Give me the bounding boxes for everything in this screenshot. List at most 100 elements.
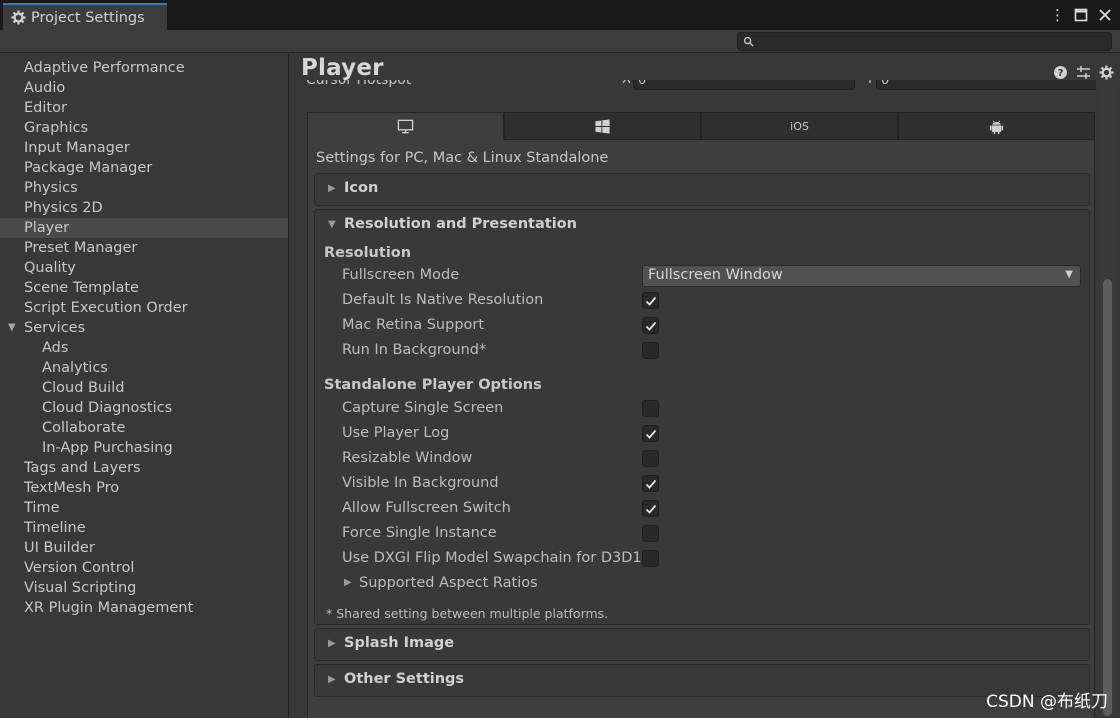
sidebar-item-label: Cloud Build [42,380,125,396]
more-options-icon[interactable]: ⋮ [1050,8,1065,23]
section-other-header[interactable]: ▶ Other Settings [315,665,1089,697]
svg-text:?: ? [1058,68,1064,79]
sidebar-item[interactable]: Quality [0,258,288,278]
setting-checkbox[interactable] [642,525,659,542]
sidebar-item[interactable]: Version Control [0,558,288,578]
sidebar-item[interactable]: Player [0,218,288,238]
sidebar-item[interactable]: Cloud Build [0,378,288,398]
project-settings-tab[interactable]: Project Settings [3,3,167,30]
tab-title: Project Settings [31,9,145,26]
close-icon[interactable] [1098,8,1112,22]
sidebar-item-label: TextMesh Pro [24,480,120,496]
platform-settings-panel: Settings for PC, Mac & Linux Standalone … [307,140,1095,718]
checkmark-icon [645,479,657,489]
sidebar-item[interactable]: Time [0,498,288,518]
sidebar-item[interactable]: Graphics [0,118,288,138]
preset-sliders-icon[interactable] [1076,65,1091,80]
setting-checkbox[interactable] [642,342,659,359]
sidebar-item[interactable]: Physics [0,178,288,198]
vertical-scrollbar[interactable] [1100,86,1116,716]
setting-row: Use Player Log [342,423,1082,445]
sidebar-item[interactable]: Scene Template [0,278,288,298]
setting-checkbox[interactable] [642,317,659,334]
help-icon[interactable]: ? [1053,65,1068,80]
setting-label: Use DXGI Flip Model Swapchain for D3D1 [342,550,642,566]
section-splash-header[interactable]: ▶ Splash Image [315,629,1089,661]
hotspot-x-field[interactable]: 0 [633,80,855,90]
tab-android[interactable] [898,112,1095,140]
sidebar-item-label: Collaborate [42,420,126,436]
maximize-icon[interactable] [1074,8,1088,22]
sidebar-item[interactable]: Analytics [0,358,288,378]
platform-tabs: iOS [307,112,1095,140]
section-icon-header[interactable]: ▶ Icon [315,174,1089,206]
settings-gear-icon[interactable] [1099,65,1114,80]
sidebar-item[interactable]: Collaborate [0,418,288,438]
cursor-hotspot-label: Cursor Hotspot [306,80,412,88]
sidebar-item[interactable]: Script Execution Order [0,298,288,318]
sidebar-item[interactable]: Audio [0,78,288,98]
sidebar-item[interactable]: UI Builder [0,538,288,558]
gear-icon [11,10,26,25]
sidebar-item-label: Adaptive Performance [24,60,185,76]
checkmark-icon [645,429,657,439]
tab-ios[interactable]: iOS [701,112,898,140]
setting-checkbox[interactable] [642,292,659,309]
hotspot-y-label: Y [866,80,874,87]
sidebar-item[interactable]: ▼ Services [0,318,288,338]
fullscreen-mode-label: Fullscreen Mode [342,267,460,283]
sidebar-item-label: Package Manager [24,160,153,176]
section-resolution-header[interactable]: ▼ Resolution and Presentation [315,210,1089,242]
chevron-down-icon: ▼ [1065,269,1073,280]
sidebar-item-label: Scene Template [24,280,139,296]
setting-checkbox[interactable] [642,475,659,492]
expand-arrow-icon: ▶ [328,183,336,194]
sidebar-item-label: Services [24,320,86,336]
setting-row: Use DXGI Flip Model Swapchain for D3D1 [342,548,1082,570]
sidebar-item-label: UI Builder [24,540,95,556]
setting-row: Run In Background* [342,340,1082,362]
tab-standalone[interactable] [307,112,504,140]
search-icon [743,36,754,47]
header-icons: ? [1053,65,1114,80]
expand-arrow-icon: ▶ [328,674,336,685]
sidebar-item[interactable]: Adaptive Performance [0,58,288,78]
hotspot-y-field[interactable]: 0 [876,80,1096,90]
sidebar-item[interactable]: Editor [0,98,288,118]
supported-aspect-ratios-foldout[interactable]: ▶ Supported Aspect Ratios [344,573,644,595]
sidebar-item[interactable]: Visual Scripting [0,578,288,598]
sidebar-item[interactable]: In-App Purchasing [0,438,288,458]
android-icon [989,120,1004,134]
setting-checkbox[interactable] [642,400,659,417]
settings-content: Player ? Cursor Hotspot X 0 Y 0 iOS Sett… [290,54,1120,718]
sidebar-item[interactable]: Ads [0,338,288,358]
sidebar-item[interactable]: TextMesh Pro [0,478,288,498]
sidebar-item[interactable]: Tags and Layers [0,458,288,478]
setting-checkbox[interactable] [642,425,659,442]
tab-windows[interactable] [504,112,701,140]
setting-label: Allow Fullscreen Switch [342,500,511,516]
sidebar-item[interactable]: Package Manager [0,158,288,178]
sidebar-item[interactable]: XR Plugin Management [0,598,288,618]
sidebar-item[interactable]: Timeline [0,518,288,538]
window-controls: ⋮ [1050,6,1112,24]
setting-checkbox[interactable] [642,450,659,467]
windows-icon [595,118,610,134]
shared-setting-footnote: * Shared setting between multiple platfo… [326,606,609,621]
scrollbar-thumb[interactable] [1103,279,1112,716]
collapse-arrow-icon[interactable]: ▼ [8,318,16,338]
fullscreen-mode-dropdown[interactable]: Fullscreen Window ▼ [642,265,1081,287]
sidebar-item-label: Preset Manager [24,240,138,256]
standalone-heading: Standalone Player Options [324,377,542,393]
setting-row: Visible In Background [342,473,1082,495]
sidebar-item[interactable]: Preset Manager [0,238,288,258]
sidebar-item-label: Physics [24,180,78,196]
search-input[interactable] [737,32,1112,51]
sidebar-item-label: Time [24,500,60,516]
sidebar-item-label: Ads [42,340,69,356]
sidebar-item[interactable]: Input Manager [0,138,288,158]
sidebar-item[interactable]: Cloud Diagnostics [0,398,288,418]
setting-checkbox[interactable] [642,550,659,567]
setting-checkbox[interactable] [642,500,659,517]
sidebar-item[interactable]: Physics 2D [0,198,288,218]
